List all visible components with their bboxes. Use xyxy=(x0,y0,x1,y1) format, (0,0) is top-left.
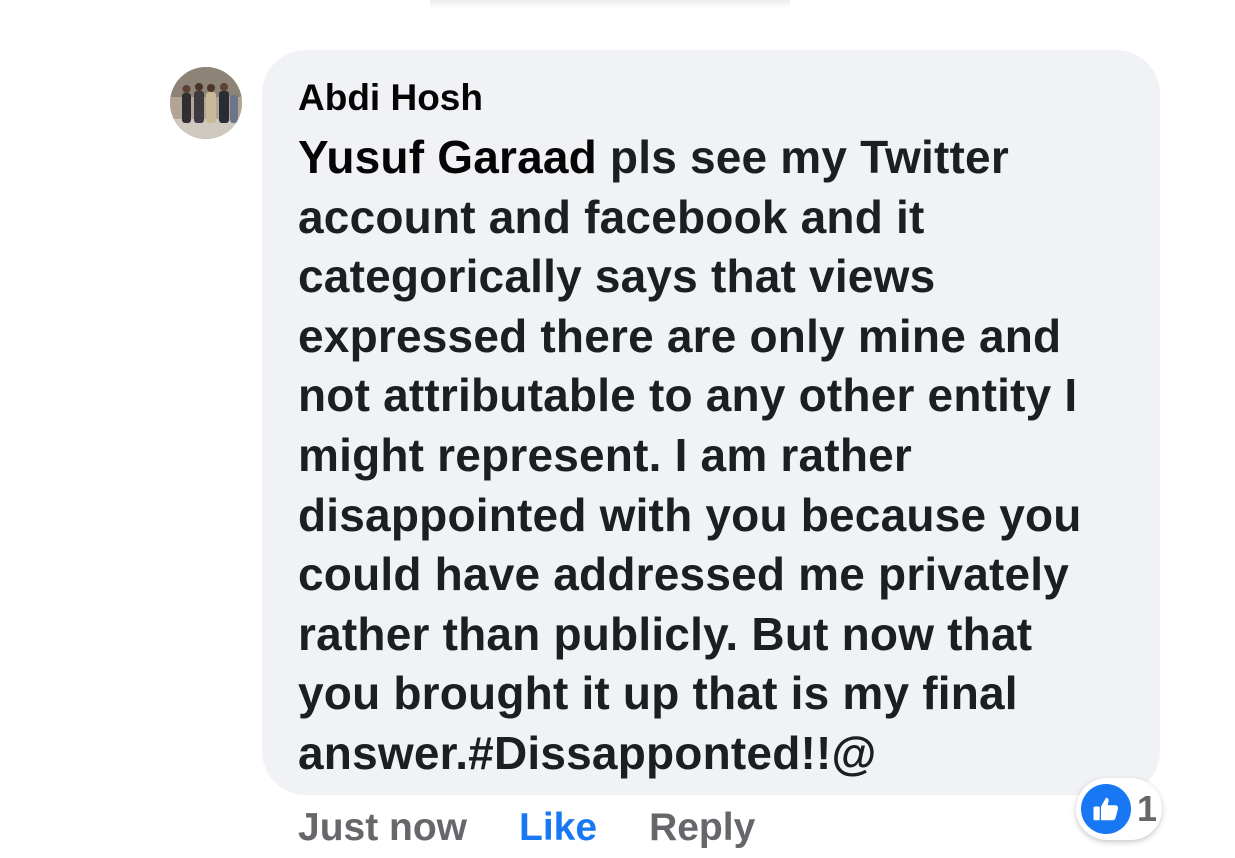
comment-text-line: pls see my Twitter xyxy=(596,131,1009,183)
thumbs-up-icon xyxy=(1081,784,1131,834)
comment-text-line: might represent. I am rather xyxy=(298,428,912,481)
comment-bubble: Abdi Hosh Yusuf Garaad pls see my Twitte… xyxy=(262,50,1160,795)
comment-text-line: not attributable to any other entity I xyxy=(298,369,1078,422)
comment-text-line: rather than publicly. But now that xyxy=(298,607,1033,660)
comment-timestamp[interactable]: Just now xyxy=(298,806,467,850)
comment-author-name[interactable]: Abdi Hosh xyxy=(298,76,1130,120)
reaction-summary[interactable]: 1 xyxy=(1076,778,1162,840)
comment-text-line: answer.#Dissapponted!!@ xyxy=(298,726,877,779)
avatar-photo xyxy=(170,67,242,139)
like-button[interactable]: Like xyxy=(519,806,597,850)
comment-text-line: you brought it up that is my final xyxy=(298,667,1018,720)
mention-tag[interactable]: Yusuf Garaad xyxy=(298,131,597,183)
comment-actions: Just now Like Reply xyxy=(298,800,755,856)
author-avatar[interactable] xyxy=(170,67,242,139)
previous-content-edge xyxy=(430,0,790,8)
comment-text-line: expressed there are only mine and xyxy=(298,309,1062,362)
comment-text-line: categorically says that views xyxy=(298,250,936,303)
reply-button[interactable]: Reply xyxy=(649,806,755,850)
reaction-count: 1 xyxy=(1137,788,1158,829)
comment-text-line: account and facebook and it xyxy=(298,190,925,243)
comment-text: Yusuf Garaad pls see my Twitter account a… xyxy=(298,128,1138,784)
comment-text-line: could have addressed me privately xyxy=(298,548,1070,601)
comment-text-line: disappointed with you because you xyxy=(298,488,1082,541)
